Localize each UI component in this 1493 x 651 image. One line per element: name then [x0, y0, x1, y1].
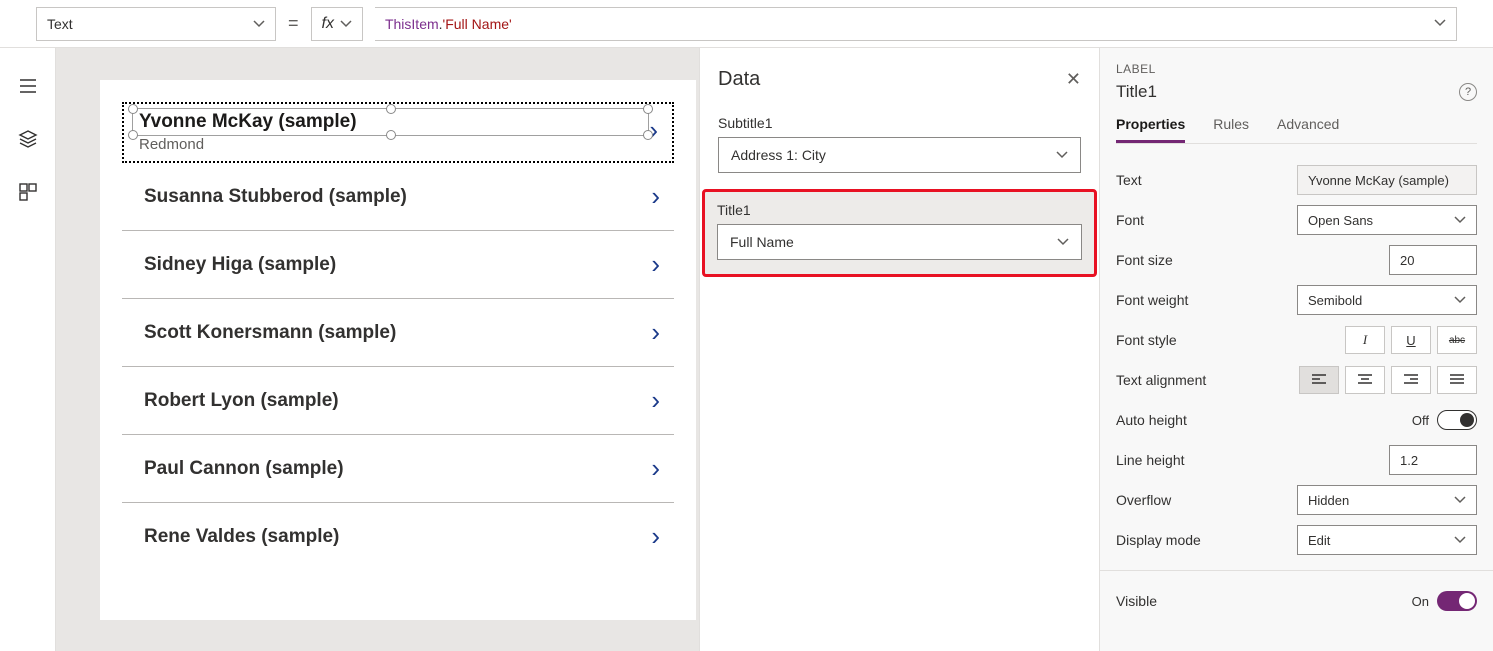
title1-text: Yvonne McKay (sample) — [139, 111, 357, 132]
chevron-down-icon — [1056, 149, 1068, 161]
app-canvas[interactable]: Yvonne McKay (sample) Redmond › Susanna … — [100, 80, 696, 620]
align-left-button[interactable] — [1299, 366, 1339, 394]
prop-autoheight-label: Auto height — [1116, 412, 1187, 428]
prop-lineheight-label: Line height — [1116, 452, 1185, 468]
prop-fontsize-input[interactable]: 20 — [1389, 245, 1477, 275]
title1-control[interactable]: Yvonne McKay (sample) — [132, 108, 649, 136]
layers-icon[interactable] — [18, 129, 38, 154]
autoheight-toggle[interactable] — [1437, 410, 1477, 430]
control-name: Title1 — [1116, 82, 1157, 102]
row-title: Robert Lyon (sample) — [144, 390, 651, 412]
chevron-down-icon — [1454, 494, 1466, 506]
chevron-down-icon — [340, 18, 352, 30]
visible-toggle[interactable] — [1437, 591, 1477, 611]
row-title: Susanna Stubberod (sample) — [144, 186, 651, 208]
align-center-button[interactable] — [1345, 366, 1385, 394]
properties-pane: LABEL Title1 ? Properties Rules Advanced… — [1099, 48, 1493, 651]
property-dropdown[interactable]: Text — [36, 7, 276, 41]
field-label-subtitle: Subtitle1 — [718, 115, 1081, 131]
align-justify-button[interactable] — [1437, 366, 1477, 394]
resize-handle[interactable] — [386, 130, 396, 140]
gallery-row[interactable]: Robert Lyon (sample)› — [122, 367, 674, 435]
gallery-row[interactable]: Scott Konersmann (sample)› — [122, 299, 674, 367]
resize-handle[interactable] — [643, 104, 653, 114]
chevron-down-icon — [1454, 534, 1466, 546]
gallery-selected-row[interactable]: Yvonne McKay (sample) Redmond › — [122, 102, 674, 163]
formula-input[interactable]: ThisItem.'Full Name' — [375, 7, 1457, 41]
prop-fontweight-dropdown[interactable]: Semibold — [1297, 285, 1477, 315]
subtitle-field-value: Address 1: City — [731, 147, 826, 163]
divider — [1100, 570, 1493, 571]
align-right-button[interactable] — [1391, 366, 1431, 394]
canvas-area: Yvonne McKay (sample) Redmond › Susanna … — [56, 48, 1099, 651]
gallery-row[interactable]: Susanna Stubberod (sample)› — [122, 163, 674, 231]
visible-state: On — [1412, 594, 1429, 609]
tab-properties[interactable]: Properties — [1116, 116, 1185, 143]
row-title: Paul Cannon (sample) — [144, 458, 651, 480]
prop-display-dropdown[interactable]: Edit — [1297, 525, 1477, 555]
row-title: Sidney Higa (sample) — [144, 254, 651, 276]
prop-font-label: Font — [1116, 212, 1144, 228]
chevron-down-icon[interactable] — [1434, 17, 1446, 29]
prop-fontweight-label: Font weight — [1116, 292, 1188, 308]
prop-overflow-dropdown[interactable]: Hidden — [1297, 485, 1477, 515]
formula-token-literal: 'Full Name' — [443, 16, 512, 32]
help-icon[interactable]: ? — [1459, 83, 1477, 101]
prop-text-label: Text — [1116, 172, 1142, 188]
props-tabs: Properties Rules Advanced — [1116, 116, 1477, 144]
title-field-dropdown[interactable]: Full Name — [717, 224, 1082, 260]
prop-align-label: Text alignment — [1116, 372, 1206, 388]
strikethrough-button[interactable]: abc — [1437, 326, 1477, 354]
prop-fontsize-label: Font size — [1116, 252, 1173, 268]
prop-font-dropdown[interactable]: Open Sans — [1297, 205, 1477, 235]
row-title: Rene Valdes (sample) — [144, 526, 651, 548]
prop-overflow-label: Overflow — [1116, 492, 1171, 508]
prop-text-value[interactable]: Yvonne McKay (sample) — [1297, 165, 1477, 195]
control-type-label: LABEL — [1116, 62, 1477, 76]
formula-token-object: ThisItem — [385, 16, 439, 32]
resize-handle[interactable] — [386, 104, 396, 114]
chevron-right-icon[interactable]: › — [651, 385, 660, 416]
gallery-row[interactable]: Paul Cannon (sample)› — [122, 435, 674, 503]
italic-button[interactable]: I — [1345, 326, 1385, 354]
chevron-right-icon[interactable]: › — [651, 521, 660, 552]
chevron-right-icon[interactable]: › — [651, 181, 660, 212]
property-dropdown-value: Text — [47, 16, 73, 32]
prop-fontstyle-label: Font style — [1116, 332, 1177, 348]
prop-visible-label: Visible — [1116, 593, 1157, 609]
fx-label: fx — [322, 15, 334, 33]
tab-advanced[interactable]: Advanced — [1277, 116, 1339, 143]
formula-bar: Text = fx ThisItem.'Full Name' — [0, 0, 1493, 48]
data-pane: Data ✕ Subtitle1 Address 1: City Title1 … — [699, 48, 1099, 651]
data-pane-title: Data — [718, 68, 760, 91]
left-rail — [0, 48, 56, 651]
gallery-row[interactable]: Sidney Higa (sample)› — [122, 231, 674, 299]
autoheight-state: Off — [1412, 413, 1429, 428]
tab-rules[interactable]: Rules — [1213, 116, 1249, 143]
chevron-right-icon[interactable]: › — [651, 453, 660, 484]
chevron-down-icon — [1057, 236, 1069, 248]
resize-handle[interactable] — [128, 104, 138, 114]
underline-button[interactable]: U — [1391, 326, 1431, 354]
subtitle-field-dropdown[interactable]: Address 1: City — [718, 137, 1081, 173]
resize-handle[interactable] — [128, 130, 138, 140]
chevron-right-icon[interactable]: › — [651, 249, 660, 280]
prop-lineheight-input[interactable]: 1.2 — [1389, 445, 1477, 475]
fx-button[interactable]: fx — [311, 7, 363, 41]
field-label-title: Title1 — [717, 202, 1082, 218]
hamburger-icon[interactable] — [18, 76, 38, 101]
row-title: Scott Konersmann (sample) — [144, 322, 651, 344]
equals-label: = — [288, 13, 299, 34]
prop-display-label: Display mode — [1116, 532, 1201, 548]
title-field-highlight: Title1 Full Name — [702, 189, 1097, 277]
title-field-value: Full Name — [730, 234, 794, 250]
chevron-right-icon[interactable]: › — [651, 317, 660, 348]
components-icon[interactable] — [18, 182, 38, 207]
gallery-row[interactable]: Rene Valdes (sample)› — [122, 503, 674, 570]
chevron-down-icon — [253, 18, 265, 30]
close-icon[interactable]: ✕ — [1066, 69, 1081, 90]
chevron-down-icon — [1454, 214, 1466, 226]
chevron-down-icon — [1454, 294, 1466, 306]
